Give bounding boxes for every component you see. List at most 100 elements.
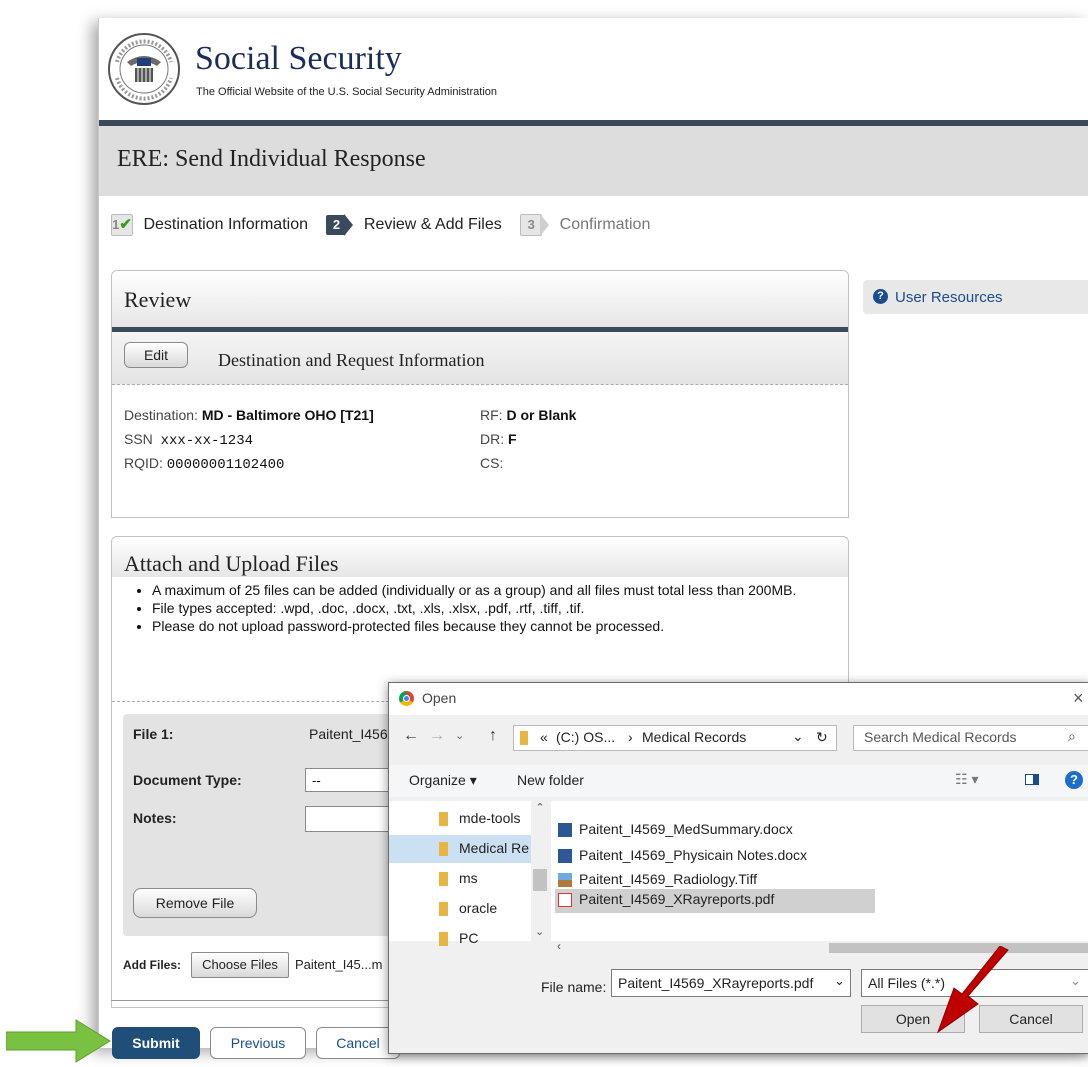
up-arrow-icon[interactable]: ↑ — [489, 727, 497, 745]
word-document-icon — [558, 823, 572, 837]
page-title: ERE: Send Individual Response — [117, 146, 426, 172]
step-1-label: Destination Information — [143, 216, 308, 233]
submit-button[interactable]: Submit — [112, 1027, 200, 1059]
destination-section-title: Destination and Request Information — [218, 350, 485, 370]
nav-item-medical-records[interactable]: Medical Re — [389, 835, 549, 863]
nav-item-ms[interactable]: ms — [389, 865, 549, 893]
site-header: Social Security The Official Website of … — [99, 18, 1088, 118]
site-title: Social Security — [195, 40, 402, 77]
file-name-input[interactable]: Paitent_I4569_XRayreports.pdf ⌄ — [611, 969, 851, 997]
file-item-selected[interactable]: Paitent_I4569_XRayreports.pdf — [555, 889, 875, 913]
review-title: Review — [124, 287, 192, 312]
file-item[interactable]: Paitent_I4569_Radiology.Tiff — [555, 869, 875, 891]
image-file-icon — [558, 873, 572, 887]
nav-scrollbar[interactable]: ⌃ ⌄ — [531, 801, 549, 941]
search-input[interactable]: Search Medical Records ⌕ — [853, 725, 1088, 751]
preview-pane-icon[interactable] — [1025, 774, 1039, 785]
folder-icon — [439, 932, 448, 946]
progress-steps: 1✔ Destination Information 2 Review & Ad… — [111, 214, 811, 240]
dialog-title: Open — [422, 690, 457, 706]
rule-item: A maximum of 25 files can be added (indi… — [152, 581, 832, 599]
rule-item: File types accepted: .wpd, .doc, .docx, … — [152, 599, 832, 617]
pdf-file-icon — [558, 893, 572, 907]
nav-scroll-thumb[interactable] — [533, 869, 547, 891]
rf-row: RF: D or Blank — [480, 407, 576, 423]
review-panel: Review Edit Destination and Request Info… — [111, 270, 849, 518]
chevron-right-icon — [540, 214, 550, 236]
path-folder[interactable]: Medical Records — [642, 729, 746, 745]
forward-arrow-icon[interactable]: → — [429, 727, 445, 745]
notes-label: Notes: — [133, 810, 177, 826]
search-placeholder: Search Medical Records — [864, 729, 1017, 745]
rule-item: Please do not upload password-protected … — [152, 617, 832, 635]
chevron-left-icon[interactable]: ‹ — [557, 939, 561, 953]
refresh-icon[interactable]: ↻ — [816, 729, 828, 746]
step-2-label: Review & Add Files — [363, 216, 502, 233]
rf-label: RF: — [480, 407, 503, 423]
word-document-icon — [558, 849, 572, 863]
back-arrow-icon[interactable]: ← — [403, 727, 419, 745]
remove-file-button[interactable]: Remove File — [133, 888, 257, 918]
rqid-value: 00000001102400 — [166, 457, 285, 473]
rqid-label: RQID: — [124, 455, 163, 471]
address-bar[interactable]: « (C:) OS... › Medical Records ⌄ ↻ — [513, 725, 837, 751]
user-resources-link[interactable]: ? User Resources — [863, 280, 1088, 314]
ssn-row: SSN xxx-xx-1234 — [124, 431, 253, 449]
close-icon[interactable]: × — [1073, 688, 1084, 709]
chrome-icon — [399, 691, 414, 706]
rqid-row: RQID: 00000001102400 — [124, 455, 284, 473]
chevron-down-icon[interactable]: ⌄ — [1070, 973, 1081, 989]
destination-value: MD - Baltimore OHO [T21] — [201, 407, 374, 423]
ssn-value: xxx-xx-1234 — [160, 433, 253, 449]
dialog-toolbar: Organize ▾ New folder ☷ ▾ ? — [389, 765, 1088, 797]
chevron-down-icon[interactable]: ⌄ — [792, 728, 804, 745]
edit-button[interactable]: Edit — [124, 342, 188, 368]
ssn-label: SSN — [124, 431, 153, 447]
document-type-label: Document Type: — [133, 772, 242, 788]
recent-dropdown-icon[interactable]: ⌄ — [455, 729, 464, 742]
chevron-down-icon[interactable]: ⌄ — [535, 925, 544, 938]
file-item[interactable]: Paitent_I4569_Physicain Notes.docx — [555, 845, 875, 867]
file-1-box: File 1: Paitent_I456 Document Type: -- N… — [123, 714, 415, 936]
step-1-badge: 1✔ — [111, 214, 133, 236]
search-icon: ⌕ — [1068, 728, 1076, 744]
red-arrow-icon — [936, 946, 1009, 1034]
navigation-pane: mde-tools Medical Re ms oracle PC ⌃ ⌄ — [389, 801, 549, 946]
new-folder-button[interactable]: New folder — [517, 772, 584, 788]
nav-item-pc[interactable]: PC — [389, 925, 549, 953]
checkmark-icon: ✔ — [119, 216, 132, 233]
green-arrow-icon — [6, 1019, 111, 1063]
file-name-value: Paitent_I4569_XRayreports.pdf — [618, 975, 814, 991]
rf-value: D or Blank — [506, 407, 577, 423]
chosen-files-text: Paitent_I45...m — [295, 957, 383, 972]
file-list: Paitent_I4569_MedSummary.docx Paitent_I4… — [551, 801, 1088, 941]
destination-row: Destination: MD - Baltimore OHO [T21] — [124, 407, 374, 423]
dialog-titlebar: Open × — [389, 683, 1088, 715]
help-icon[interactable]: ? — [1065, 771, 1083, 789]
previous-button[interactable]: Previous — [210, 1027, 306, 1059]
folder-icon — [439, 872, 448, 886]
cs-label: CS: — [480, 455, 504, 471]
upload-rules-list: A maximum of 25 files can be added (indi… — [134, 581, 832, 635]
nav-item-oracle[interactable]: oracle — [389, 895, 549, 923]
file-1-name: Paitent_I456 — [309, 726, 388, 742]
cs-row: CS: — [480, 455, 503, 471]
nav-item-mde-tools[interactable]: mde-tools — [389, 805, 549, 833]
choose-files-button[interactable]: Choose Files — [191, 952, 289, 978]
file-item[interactable]: Paitent_I4569_MedSummary.docx — [555, 819, 875, 841]
chevron-right-icon — [344, 214, 354, 236]
folder-icon — [520, 731, 528, 745]
step-3-label: Confirmation — [559, 216, 651, 233]
dr-value: F — [508, 431, 517, 447]
file-name-label: File name: — [541, 979, 607, 995]
file-1-label: File 1: — [133, 726, 174, 742]
ssa-seal-icon — [108, 33, 180, 105]
path-drive[interactable]: (C:) OS... — [556, 729, 615, 745]
destination-subheader: Edit Destination and Request Information — [112, 332, 848, 385]
site-subtitle: The Official Website of the U.S. Social … — [196, 86, 498, 98]
organize-menu[interactable]: Organize ▾ — [409, 772, 477, 789]
chevron-up-icon[interactable]: ⌃ — [531, 801, 549, 814]
user-resources-label: User Resources — [895, 289, 1003, 306]
chevron-down-icon[interactable]: ⌄ — [834, 973, 845, 989]
view-options-icon[interactable]: ☷ ▾ — [955, 771, 978, 788]
